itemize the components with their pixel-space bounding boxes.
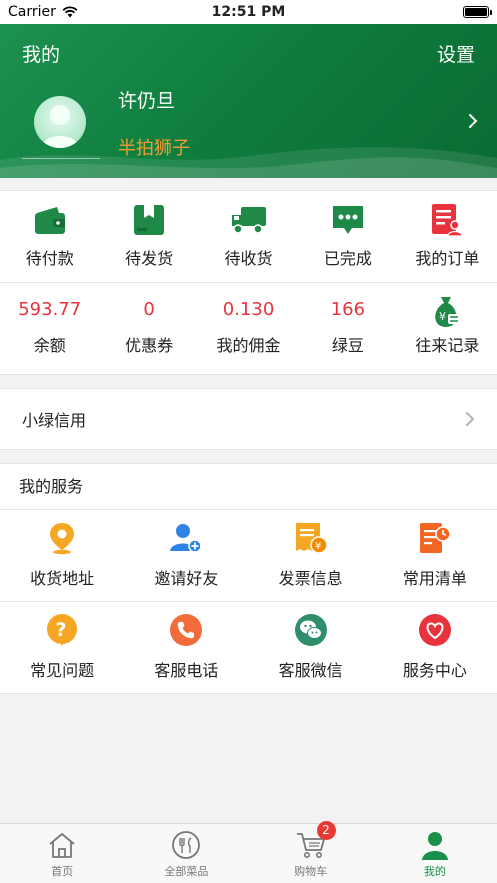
home-icon bbox=[46, 829, 78, 861]
heart-icon bbox=[417, 612, 453, 648]
tab-home[interactable]: 首页 bbox=[0, 824, 124, 883]
wifi-icon bbox=[62, 6, 78, 18]
stat-value: 0.130 bbox=[222, 299, 275, 320]
order-pending-shipment[interactable]: 待发货 bbox=[99, 191, 198, 282]
list-clock-icon bbox=[417, 520, 453, 556]
service-label: 服务中心 bbox=[402, 661, 467, 680]
services-row: ? 常见问题 客服电话 客服微信 服务中心 bbox=[0, 602, 497, 694]
stat-label: 我的佣金 bbox=[216, 336, 281, 355]
tab-bar: 首页 全部菜品 2 购物车 我的 bbox=[0, 821, 497, 883]
svg-text:¥: ¥ bbox=[439, 310, 446, 323]
service-label: 邀请好友 bbox=[154, 569, 219, 588]
service-faq[interactable]: ? 常见问题 bbox=[0, 602, 124, 694]
my-orders[interactable]: 我的订单 bbox=[398, 191, 497, 282]
tab-label: 首页 bbox=[51, 865, 74, 878]
status-bar: Carrier bbox=[0, 0, 497, 24]
service-label: 客服电话 bbox=[154, 661, 219, 680]
page-title: 我的 bbox=[22, 44, 61, 66]
services-row: 收货地址 邀请好友 ¥ 发票信息 常用清单 bbox=[0, 510, 497, 602]
service-center[interactable]: 服务中心 bbox=[373, 602, 497, 694]
package-icon bbox=[131, 202, 167, 238]
chat-bubble-icon bbox=[330, 202, 366, 238]
tab-profile[interactable]: 我的 bbox=[373, 824, 497, 883]
service-invite-friends[interactable]: 邀请好友 bbox=[124, 510, 248, 601]
stat-label: 绿豆 bbox=[331, 336, 364, 355]
tab-label: 购物车 bbox=[294, 865, 328, 878]
add-friend-icon bbox=[168, 520, 204, 556]
battery-icon bbox=[463, 6, 492, 18]
wechat-icon bbox=[293, 612, 329, 648]
stat-value: 593.77 bbox=[18, 299, 82, 320]
stat-commission[interactable]: 0.130 我的佣金 bbox=[199, 283, 298, 375]
service-label: 收货地址 bbox=[30, 569, 95, 588]
profile-icon bbox=[419, 829, 451, 861]
delivery-truck-icon bbox=[231, 202, 267, 238]
credit-row[interactable]: 小绿信用 bbox=[0, 388, 497, 450]
stat-label: 余额 bbox=[33, 336, 66, 355]
avatar[interactable] bbox=[34, 96, 86, 148]
order-label: 待收货 bbox=[224, 249, 273, 268]
order-pending-receipt[interactable]: 待收货 bbox=[199, 191, 298, 282]
service-shopping-list[interactable]: 常用清单 bbox=[373, 510, 497, 601]
order-label: 待付款 bbox=[25, 249, 74, 268]
order-completed[interactable]: 已完成 bbox=[298, 191, 397, 282]
carrier-label: Carrier bbox=[8, 4, 56, 20]
tab-cart[interactable]: 2 购物车 bbox=[249, 821, 373, 883]
tab-label: 我的 bbox=[423, 865, 446, 878]
user-nickname: 半拍狮子 bbox=[118, 138, 190, 159]
tab-label: 全部菜品 bbox=[164, 865, 209, 878]
avatar-divider bbox=[22, 158, 100, 159]
question-icon: ? bbox=[44, 612, 80, 648]
services-card: 我的服务 收货地址 邀请好友 ¥ 发票信息 常用清单 ? 常见问题 客服电话 客… bbox=[0, 463, 497, 694]
service-address[interactable]: 收货地址 bbox=[0, 510, 124, 601]
service-label: 客服微信 bbox=[278, 661, 343, 680]
stat-green-beans[interactable]: 166 绿豆 bbox=[298, 283, 397, 375]
cart-badge: 2 bbox=[316, 821, 336, 840]
user-name: 许仍旦 bbox=[118, 90, 176, 112]
stats-row: 593.77 余额 0 优惠券 0.130 我的佣金 166 绿豆 ¥ 往来记录 bbox=[0, 283, 497, 375]
chevron-right-icon[interactable] bbox=[467, 112, 479, 130]
location-pin-icon bbox=[44, 520, 80, 556]
chevron-right-icon bbox=[466, 412, 475, 426]
stat-label: 优惠券 bbox=[125, 336, 174, 355]
user-avatar-icon bbox=[41, 105, 79, 148]
order-label: 待发货 bbox=[125, 249, 174, 268]
money-bag-icon: ¥ bbox=[429, 294, 465, 330]
stat-coupons[interactable]: 0 优惠券 bbox=[99, 283, 198, 375]
service-wechat[interactable]: 客服微信 bbox=[249, 602, 373, 694]
stat-balance[interactable]: 593.77 余额 bbox=[0, 283, 99, 375]
services-title: 我的服务 bbox=[0, 464, 497, 510]
orders-card: 待付款 待发货 待收货 已完成 我的订单 593.77 余额 0 优惠券 0.1… bbox=[0, 190, 497, 375]
stat-value: 0 bbox=[143, 299, 155, 320]
wallet-icon bbox=[32, 202, 68, 238]
all-dishes-icon bbox=[170, 829, 202, 861]
service-invoice[interactable]: ¥ 发票信息 bbox=[249, 510, 373, 601]
invoice-icon: ¥ bbox=[293, 520, 329, 556]
profile-header: 我的 设置 许仍旦 半拍狮子 bbox=[0, 24, 497, 178]
settings-button[interactable]: 设置 bbox=[437, 40, 475, 67]
order-pending-payment[interactable]: 待付款 bbox=[0, 191, 99, 282]
service-label: 常见问题 bbox=[30, 661, 95, 680]
service-label: 发票信息 bbox=[278, 569, 343, 588]
tab-all-dishes[interactable]: 全部菜品 bbox=[124, 824, 248, 883]
svg-text:?: ? bbox=[56, 619, 67, 641]
order-list-icon bbox=[429, 202, 465, 238]
service-phone[interactable]: 客服电话 bbox=[124, 602, 248, 694]
svg-text:¥: ¥ bbox=[315, 541, 321, 552]
orders-row: 待付款 待发货 待收货 已完成 我的订单 bbox=[0, 191, 497, 283]
transaction-records[interactable]: ¥ 往来记录 bbox=[398, 283, 497, 375]
phone-icon bbox=[168, 612, 204, 648]
records-label: 往来记录 bbox=[415, 336, 480, 355]
order-label: 已完成 bbox=[323, 249, 372, 268]
credit-label: 小绿信用 bbox=[22, 411, 87, 430]
stat-value: 166 bbox=[330, 299, 366, 320]
status-left: Carrier bbox=[8, 4, 78, 20]
service-label: 常用清单 bbox=[402, 569, 467, 588]
order-label: 我的订单 bbox=[415, 249, 480, 268]
